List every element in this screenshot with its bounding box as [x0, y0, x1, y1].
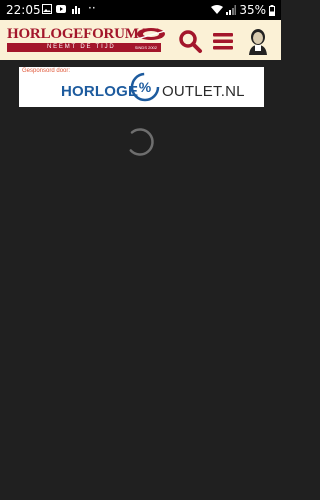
logo-pen-icon — [136, 28, 166, 40]
youtube-icon — [56, 5, 66, 13]
signal-icon — [226, 5, 237, 15]
overflow-dots: ·· — [88, 1, 96, 15]
percent-ring-icon: % — [130, 72, 160, 102]
site-logo[interactable]: HORLOGEFORUM.NL NEEMT DE TIJD SINDS 2002 — [7, 26, 167, 56]
status-time: 22:05 — [6, 3, 41, 17]
wifi-icon — [211, 5, 224, 14]
avatar-icon — [244, 27, 272, 55]
menu-icon — [213, 33, 233, 50]
sponsor-label: Gesponsord door: — [22, 68, 71, 74]
svg-text:%: % — [139, 79, 152, 95]
sponsor-brand-right: OUTLET.NL — [162, 83, 245, 100]
logo-since: SINDS 2002 — [134, 45, 157, 50]
image-icon — [42, 4, 52, 14]
sponsor-brand-left: HORLOGE — [61, 83, 139, 100]
search-button[interactable] — [177, 28, 203, 54]
loading-spinner — [126, 128, 154, 156]
sponsor-banner[interactable]: Gesponsord door: HORLOGE % OUTLET.NL — [19, 67, 264, 107]
logo-tagline: NEEMT DE TIJD — [47, 44, 116, 50]
chart-icon — [72, 6, 80, 14]
battery-icon — [269, 4, 275, 16]
battery-percent: 35% — [239, 3, 266, 17]
site-header: HORLOGEFORUM.NL NEEMT DE TIJD SINDS 2002 — [0, 20, 281, 60]
search-icon — [179, 30, 202, 53]
menu-button[interactable] — [210, 28, 236, 54]
user-avatar[interactable] — [244, 27, 272, 55]
status-bar: 22:05 ·· 35% — [0, 0, 281, 20]
